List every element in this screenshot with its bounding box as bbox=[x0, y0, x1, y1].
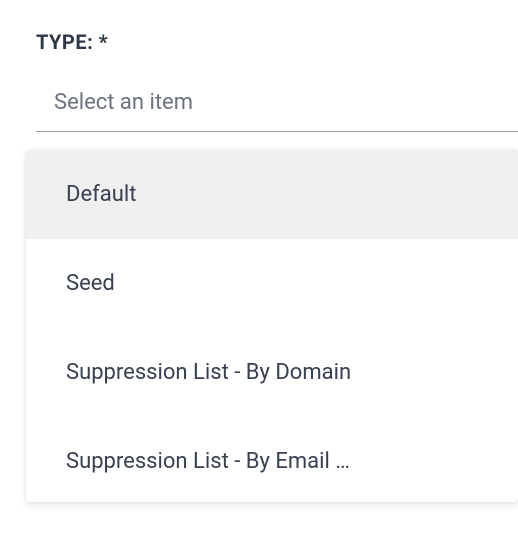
type-dropdown-panel: Default Seed Suppression List - By Domai… bbox=[26, 150, 518, 502]
dropdown-option-suppression-email[interactable]: Suppression List - By Email … bbox=[26, 417, 518, 502]
type-field-label: TYPE: * bbox=[36, 30, 518, 54]
type-select-input[interactable]: Select an item bbox=[36, 82, 518, 132]
dropdown-option-default[interactable]: Default bbox=[26, 150, 518, 239]
dropdown-option-seed[interactable]: Seed bbox=[26, 239, 518, 328]
dropdown-option-suppression-domain[interactable]: Suppression List - By Domain bbox=[26, 328, 518, 417]
